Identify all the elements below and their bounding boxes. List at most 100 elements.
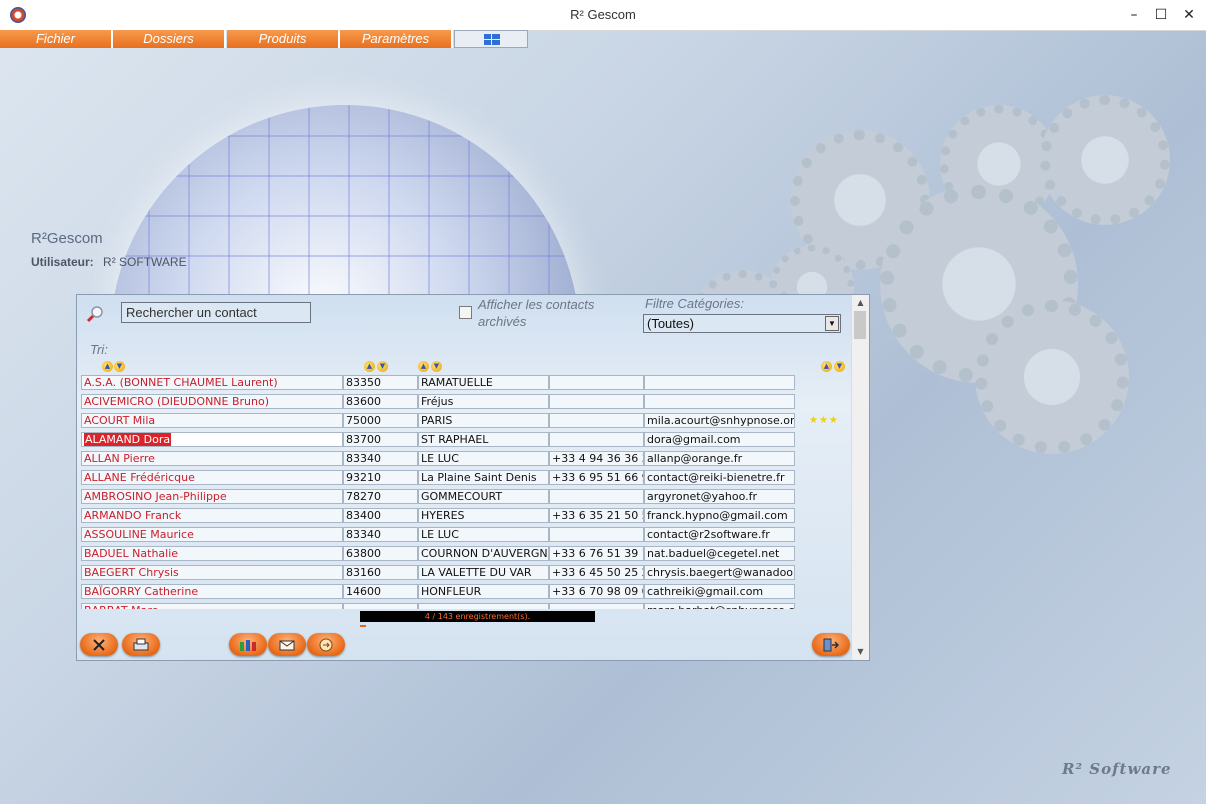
cell-email[interactable]: allanp@orange.fr	[644, 451, 795, 466]
group-button[interactable]	[229, 633, 267, 656]
cell-ville[interactable]: La Plaine Saint Denis	[418, 470, 549, 485]
cell-ville[interactable]: GOMMECOURT	[418, 489, 549, 504]
cell-cp[interactable]: 83160	[343, 565, 418, 580]
cell-email[interactable]: franck.hypno@gmail.com	[644, 508, 795, 523]
menu-fichier[interactable]: Fichier	[0, 30, 113, 48]
menu-dossiers[interactable]: Dossiers	[113, 30, 226, 48]
cell-email[interactable]	[644, 375, 795, 390]
cell-cp[interactable]: 93210	[343, 470, 418, 485]
search-icon[interactable]	[86, 305, 104, 323]
cell-ville[interactable]: ST RAPHAEL	[418, 432, 549, 447]
sort-desc-cp-icon[interactable]: ▼	[377, 361, 388, 372]
cell-email[interactable]: cathreiki@gmail.com	[644, 584, 795, 599]
cell-name[interactable]: ASSOULINE Maurice	[81, 527, 343, 542]
cell-cp[interactable]: 83400	[343, 508, 418, 523]
cell-tel[interactable]	[549, 375, 644, 390]
cell-ville[interactable]: HYERES	[418, 508, 549, 523]
search-input[interactable]: Rechercher un contact	[121, 302, 311, 323]
cell-tel[interactable]: +33 6 76 51 39 12	[549, 546, 644, 561]
cell-ville[interactable]: HONFLEUR	[418, 584, 549, 599]
sort-desc-name-icon[interactable]: ▼	[114, 361, 125, 372]
chevron-down-icon[interactable]: ▼	[825, 316, 839, 331]
cell-tel[interactable]: +33 6 95 51 66 99	[549, 470, 644, 485]
cell-name[interactable]: ACOURT Mila	[81, 413, 343, 428]
cell-cp[interactable]: 14600	[343, 584, 418, 599]
cell-tel[interactable]: +33 6 35 21 50 51	[549, 508, 644, 523]
cell-email[interactable]: mila.acourt@snhypnose.or	[644, 413, 795, 428]
cell-name[interactable]: ARMANDO Franck	[81, 508, 343, 523]
cell-tel[interactable]	[549, 432, 644, 447]
cell-cp[interactable]	[343, 603, 418, 609]
cell-ville[interactable]: LA VALETTE DU VAR	[418, 565, 549, 580]
cell-name[interactable]: ALAMAND Dora	[81, 432, 343, 447]
cell-name[interactable]: ACIVEMICRO (DIEUDONNE Bruno)	[81, 394, 343, 409]
category-filter-select[interactable]: (Toutes) ▼	[643, 314, 841, 333]
cell-email[interactable]: contact@r2software.fr	[644, 527, 795, 542]
close-button[interactable]: ✕	[1179, 5, 1199, 25]
cell-email[interactable]: argyronet@yahoo.fr	[644, 489, 795, 504]
exit-button[interactable]	[812, 633, 850, 656]
cell-cp[interactable]: 83600	[343, 394, 418, 409]
cell-ville[interactable]	[418, 603, 549, 609]
cell-tel[interactable]	[549, 489, 644, 504]
cell-ville[interactable]: RAMATUELLE	[418, 375, 549, 390]
cell-cp[interactable]: 83340	[343, 451, 418, 466]
cell-ville[interactable]: Fréjus	[418, 394, 549, 409]
cell-name[interactable]: ALLAN Pierre	[81, 451, 343, 466]
cell-ville[interactable]: COURNON D'AUVERGNE	[418, 546, 549, 561]
minimize-button[interactable]: –	[1124, 5, 1144, 25]
sort-asc-category-icon[interactable]: ▲	[821, 361, 832, 372]
user-value: R² SOFTWARE	[103, 255, 187, 269]
cell-email[interactable]: chrysis.baegert@wanadoo.	[644, 565, 795, 580]
cell-name[interactable]: AMBROSINO Jean-Philippe	[81, 489, 343, 504]
sort-desc-ville-icon[interactable]: ▼	[431, 361, 442, 372]
cell-email[interactable]: marc.barbat@snhypnose.o	[644, 603, 795, 609]
scroll-up-icon[interactable]: ▲	[852, 295, 869, 311]
cell-name[interactable]: BAÏGORRY Catherine	[81, 584, 343, 599]
cell-name[interactable]: BADUEL Nathalie	[81, 546, 343, 561]
cell-cp[interactable]: 83700	[343, 432, 418, 447]
cell-tel[interactable]	[549, 413, 644, 428]
windows-menu-button[interactable]	[454, 30, 528, 48]
cell-name[interactable]: ALLANE Frédéricque	[81, 470, 343, 485]
cell-email[interactable]	[644, 394, 795, 409]
cell-tel[interactable]	[549, 527, 644, 542]
sort-asc-ville-icon[interactable]: ▲	[418, 361, 429, 372]
archived-checkbox[interactable]	[459, 306, 472, 319]
sort-asc-name-icon[interactable]: ▲	[102, 361, 113, 372]
cell-tel[interactable]	[549, 394, 644, 409]
cell-text: HONFLEUR	[421, 585, 482, 598]
cell-text: PARIS	[421, 414, 453, 427]
delete-button[interactable]	[80, 633, 118, 656]
mail-button[interactable]	[268, 633, 306, 656]
scroll-down-icon[interactable]: ▼	[852, 644, 869, 660]
cell-tel[interactable]: +33 6 70 98 09 07	[549, 584, 644, 599]
cell-tel[interactable]: +33 4 94 36 36 36	[549, 451, 644, 466]
cell-tel[interactable]: +33 6 45 50 25 26	[549, 565, 644, 580]
export-button[interactable]	[307, 633, 345, 656]
sort-desc-category-icon[interactable]: ▼	[834, 361, 845, 372]
cell-name[interactable]: BARBAT Marc	[81, 603, 343, 609]
sort-asc-cp-icon[interactable]: ▲	[364, 361, 375, 372]
cell-email[interactable]: nat.baduel@cegetel.net	[644, 546, 795, 561]
cell-ville[interactable]: LE LUC	[418, 451, 549, 466]
cell-cp[interactable]: 63800	[343, 546, 418, 561]
cell-text: 14600	[346, 585, 381, 598]
print-button[interactable]	[122, 633, 160, 656]
cell-cp[interactable]: 75000	[343, 413, 418, 428]
maximize-button[interactable]: ☐	[1151, 5, 1171, 25]
vertical-scrollbar[interactable]: ▲ ▼	[851, 295, 869, 660]
menu-produits[interactable]: Produits	[227, 30, 340, 48]
cell-cp[interactable]: 78270	[343, 489, 418, 504]
menu-parametres[interactable]: Paramètres	[340, 30, 453, 48]
cell-cp[interactable]: 83350	[343, 375, 418, 390]
cell-name[interactable]: A.S.A. (BONNET CHAUMEL Laurent)	[81, 375, 343, 390]
cell-ville[interactable]: LE LUC	[418, 527, 549, 542]
cell-name[interactable]: BAEGERT Chrysis	[81, 565, 343, 580]
cell-email[interactable]: dora@gmail.com	[644, 432, 795, 447]
cell-tel[interactable]	[549, 603, 644, 609]
scroll-thumb[interactable]	[854, 311, 866, 339]
cell-cp[interactable]: 83340	[343, 527, 418, 542]
cell-ville[interactable]: PARIS	[418, 413, 549, 428]
cell-email[interactable]: contact@reiki-bienetre.fr	[644, 470, 795, 485]
